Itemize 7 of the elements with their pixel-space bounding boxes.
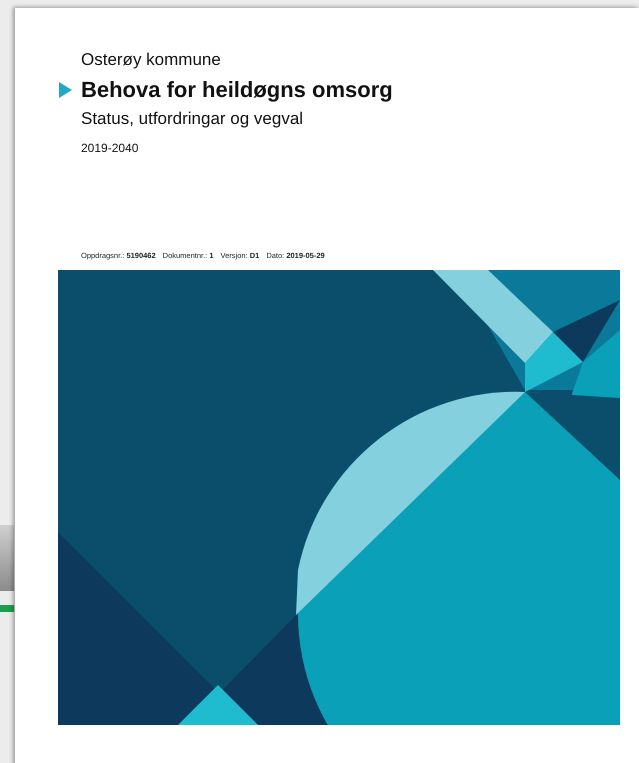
- period-label: 2019-2040: [81, 141, 140, 155]
- document-subtitle: Status, utfordringar og vegval: [81, 109, 304, 129]
- page-thumbnail[interactable]: [0, 525, 14, 591]
- thumbnail-stripe: [0, 605, 14, 612]
- document-title: Behova for heildøgns omsorg: [81, 77, 393, 103]
- organisation-name: Osterøy kommune: [81, 50, 222, 70]
- triangle-icon: [58, 82, 73, 98]
